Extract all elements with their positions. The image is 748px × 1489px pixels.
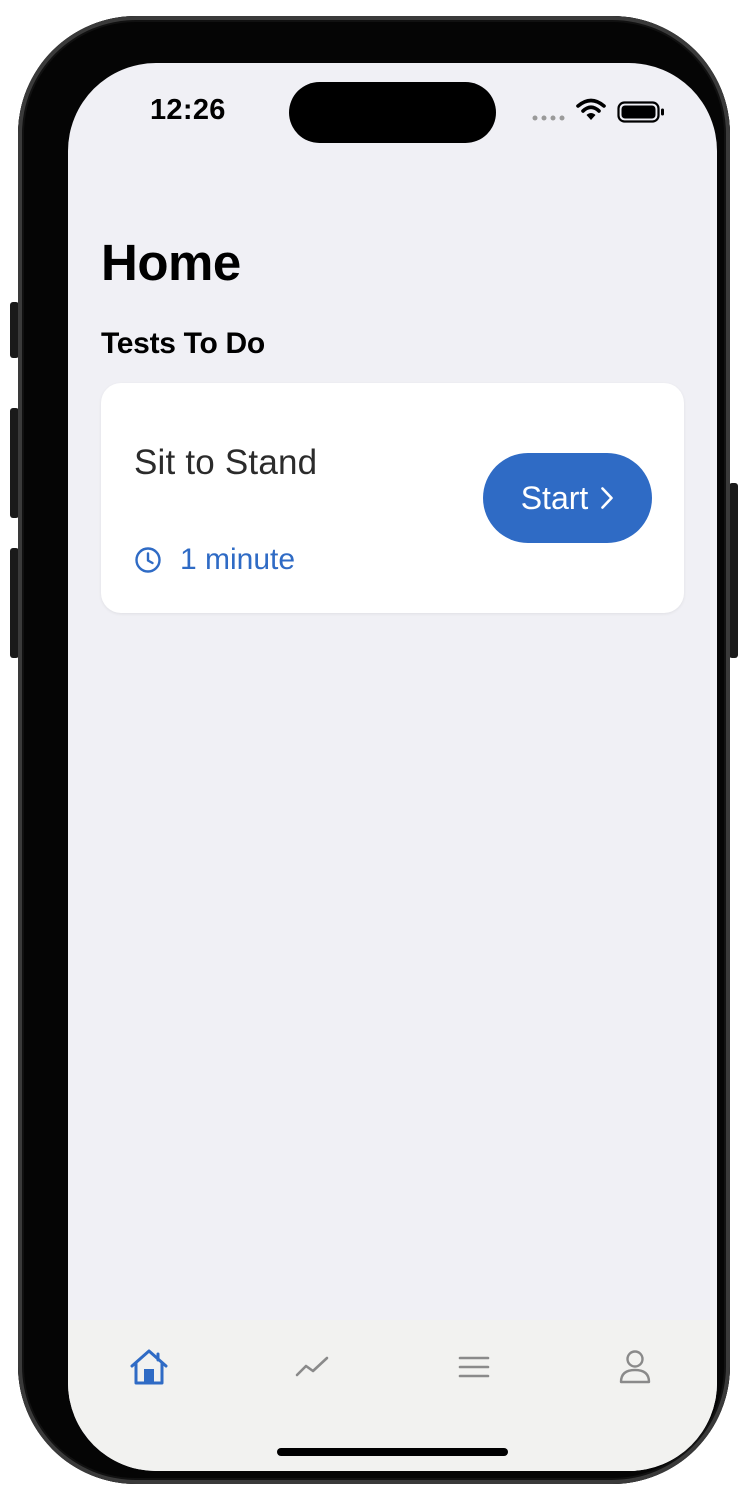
start-label: Start — [520, 479, 589, 516]
tab-home[interactable] — [119, 1345, 179, 1389]
page-title: Home — [101, 234, 241, 291]
home-indicator[interactable] — [277, 1448, 508, 1456]
status-time: 12:26 — [150, 94, 226, 126]
battery-icon — [617, 101, 664, 123]
test-card: Sit to Stand 1 minute Start — [101, 383, 684, 613]
trend-line-icon — [295, 1356, 329, 1377]
section-title: Tests To Do — [101, 327, 265, 360]
duration-label: 1 minute — [180, 543, 296, 576]
house-icon — [130, 1349, 168, 1385]
menu-lines-icon — [458, 1356, 490, 1378]
app-screen: 12:26 Home Tests To Do Sit to Stand 1 mi… — [68, 63, 717, 1471]
start-button[interactable]: Start — [483, 453, 652, 543]
wifi-icon — [576, 98, 606, 120]
chevron-right-icon — [600, 486, 614, 510]
tab-menu[interactable] — [444, 1345, 504, 1389]
power-button — [729, 483, 738, 658]
test-name: Sit to Stand — [134, 443, 318, 482]
person-icon — [619, 1350, 651, 1384]
phone-frame: 12:26 Home Tests To Do Sit to Stand 1 mi… — [18, 16, 730, 1484]
tab-progress[interactable] — [282, 1345, 342, 1389]
tab-profile[interactable] — [605, 1345, 665, 1389]
clock-icon — [135, 547, 161, 573]
dynamic-island — [289, 82, 496, 143]
cellular-signal-icon — [532, 115, 565, 121]
test-duration: 1 minute — [134, 543, 295, 577]
